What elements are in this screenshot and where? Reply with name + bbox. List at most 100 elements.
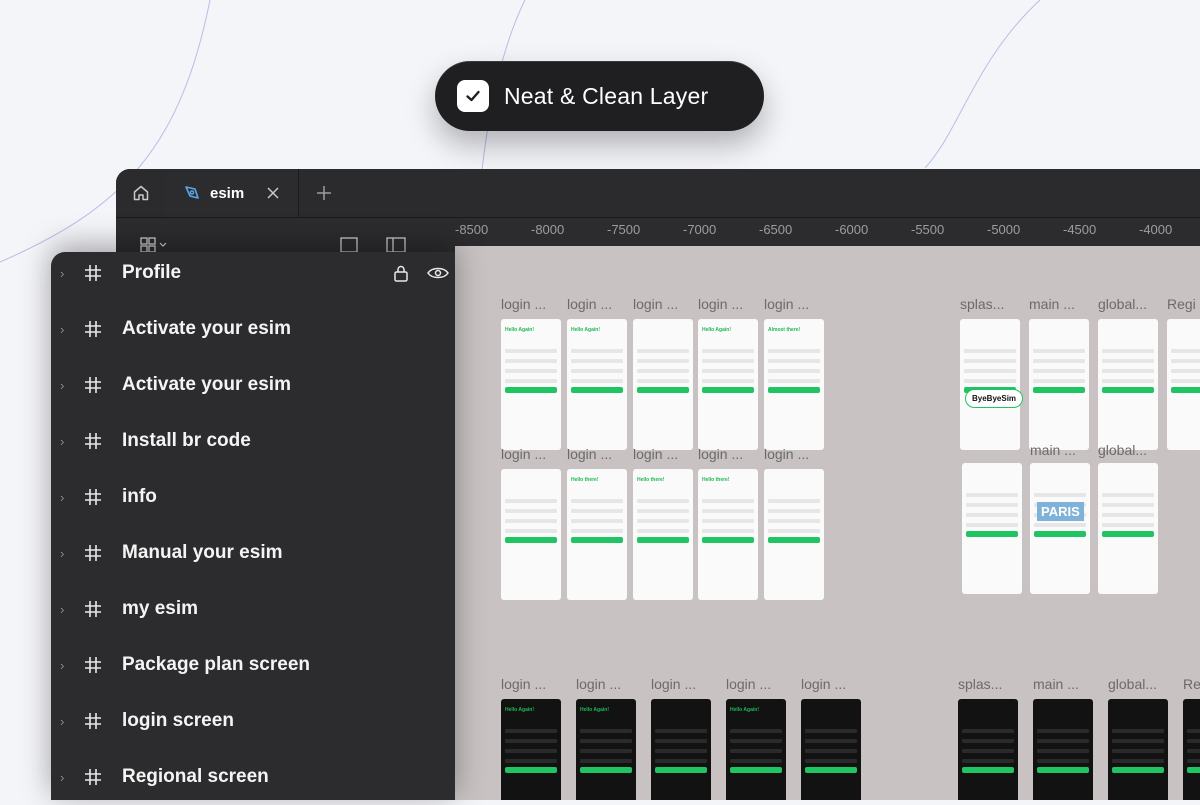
frame-field (637, 519, 689, 523)
frame-label[interactable]: login ... (567, 446, 612, 462)
eye-icon[interactable] (427, 266, 449, 280)
frame-field (505, 379, 557, 383)
frame-label[interactable]: login ... (567, 296, 612, 312)
screen-frame[interactable] (1183, 699, 1200, 800)
frame-label[interactable]: login ... (698, 296, 743, 312)
close-icon[interactable] (266, 186, 280, 200)
frame-label[interactable]: login ... (698, 446, 743, 462)
screen-frame[interactable]: Hello there! (698, 469, 758, 600)
frame-button (730, 767, 782, 773)
frame-field (962, 729, 1014, 733)
frame-field (637, 369, 689, 373)
frame-field (702, 379, 754, 383)
chevron-right-icon[interactable]: › (60, 770, 64, 785)
frame-label[interactable]: login ... (501, 296, 546, 312)
screen-frame[interactable] (1167, 319, 1200, 450)
frame-label[interactable]: login ... (633, 296, 678, 312)
frame-label[interactable]: main ... (1033, 676, 1079, 692)
chevron-right-icon[interactable]: › (60, 322, 64, 337)
screen-frame[interactable]: Hello Again! (576, 699, 636, 800)
frame-field (580, 749, 632, 753)
frame-hash-icon (85, 657, 101, 673)
lock-icon[interactable] (393, 264, 409, 282)
tab-esim[interactable]: esim (166, 169, 299, 217)
frame-label[interactable]: login ... (576, 676, 621, 692)
frame-label[interactable]: login ... (726, 676, 771, 692)
frame-label[interactable]: login ... (651, 676, 696, 692)
screen-frame[interactable] (1030, 463, 1090, 594)
screen-frame[interactable] (764, 469, 824, 600)
frame-field (1033, 349, 1085, 353)
layer-row[interactable]: › Package plan screen (51, 637, 455, 693)
screen-frame[interactable] (801, 699, 861, 800)
screen-frame[interactable] (1029, 319, 1089, 450)
frame-field (702, 519, 754, 523)
screen-frame[interactable] (962, 463, 1022, 594)
screen-frame[interactable]: Almost there! (764, 319, 824, 450)
chevron-right-icon[interactable]: › (60, 602, 64, 617)
screen-frame[interactable] (651, 699, 711, 800)
screen-frame[interactable] (960, 319, 1020, 450)
home-tab[interactable] (116, 169, 167, 217)
screen-frame[interactable] (1033, 699, 1093, 800)
layer-row[interactable]: › Activate your esim (51, 357, 455, 413)
chevron-right-icon[interactable]: › (60, 434, 64, 449)
frame-label[interactable]: splas... (958, 676, 1002, 692)
frame-field (805, 729, 857, 733)
frame-field (1102, 503, 1154, 507)
tab-bar: esim (116, 169, 1200, 218)
layer-row[interactable]: › login screen (51, 693, 455, 749)
screen-frame[interactable] (1098, 463, 1158, 594)
frame-headline: Hello Again! (505, 327, 534, 333)
frame-field (1187, 739, 1200, 743)
frame-label[interactable]: main ... (1029, 296, 1075, 312)
screen-frame[interactable]: Hello Again! (501, 699, 561, 800)
layer-row[interactable]: › Install br code (51, 413, 455, 469)
chevron-right-icon[interactable]: › (60, 378, 64, 393)
screen-frame[interactable]: Hello Again! (698, 319, 758, 450)
chevron-right-icon[interactable]: › (60, 658, 64, 673)
layer-row[interactable]: › my esim (51, 581, 455, 637)
layer-row[interactable]: › Manual your esim (51, 525, 455, 581)
frame-label[interactable]: splas... (960, 296, 1004, 312)
frame-label[interactable]: login ... (501, 676, 546, 692)
layer-row[interactable]: › Profile (51, 245, 455, 301)
frame-label[interactable]: login ... (764, 296, 809, 312)
screen-frame[interactable] (501, 469, 561, 600)
chevron-right-icon[interactable]: › (60, 714, 64, 729)
layer-row[interactable]: › info (51, 469, 455, 525)
frame-label[interactable]: login ... (633, 446, 678, 462)
screen-frame[interactable] (1098, 319, 1158, 450)
design-canvas[interactable]: login ... Hello Again! login ... Hello Agai… (455, 246, 1200, 800)
ruler-tick-label: -6000 (835, 222, 869, 237)
screen-frame[interactable]: Hello there! (633, 469, 693, 600)
frame-field (768, 509, 820, 513)
frame-label[interactable]: global... (1098, 442, 1147, 458)
screen-frame[interactable] (1108, 699, 1168, 800)
layer-row[interactable]: › Activate your esim (51, 301, 455, 357)
frame-field (1034, 523, 1086, 527)
frame-label[interactable]: global... (1108, 676, 1157, 692)
screen-frame[interactable] (958, 699, 1018, 800)
add-tab-button[interactable] (312, 181, 336, 205)
frame-field (964, 359, 1016, 363)
screen-frame[interactable]: Hello Again! (501, 319, 561, 450)
screen-frame[interactable] (633, 319, 693, 450)
frame-label[interactable]: Re (1183, 676, 1200, 692)
frame-field (1112, 749, 1164, 753)
ruler-tick-label: -4000 (1139, 222, 1173, 237)
chevron-right-icon[interactable]: › (60, 490, 64, 505)
frame-label[interactable]: global... (1098, 296, 1147, 312)
frame-label[interactable]: login ... (801, 676, 846, 692)
screen-frame[interactable]: Hello there! (567, 469, 627, 600)
screen-frame[interactable]: Hello Again! (567, 319, 627, 450)
frame-label[interactable]: Regi (1167, 296, 1196, 312)
layer-row[interactable]: › Regional screen (51, 749, 455, 805)
screen-frame[interactable]: Hello Again! (726, 699, 786, 800)
frame-label[interactable]: main ... (1030, 442, 1076, 458)
chevron-right-icon[interactable]: › (60, 266, 64, 281)
frame-field (580, 759, 632, 763)
frame-label[interactable]: login ... (501, 446, 546, 462)
chevron-right-icon[interactable]: › (60, 546, 64, 561)
frame-label[interactable]: login ... (764, 446, 809, 462)
